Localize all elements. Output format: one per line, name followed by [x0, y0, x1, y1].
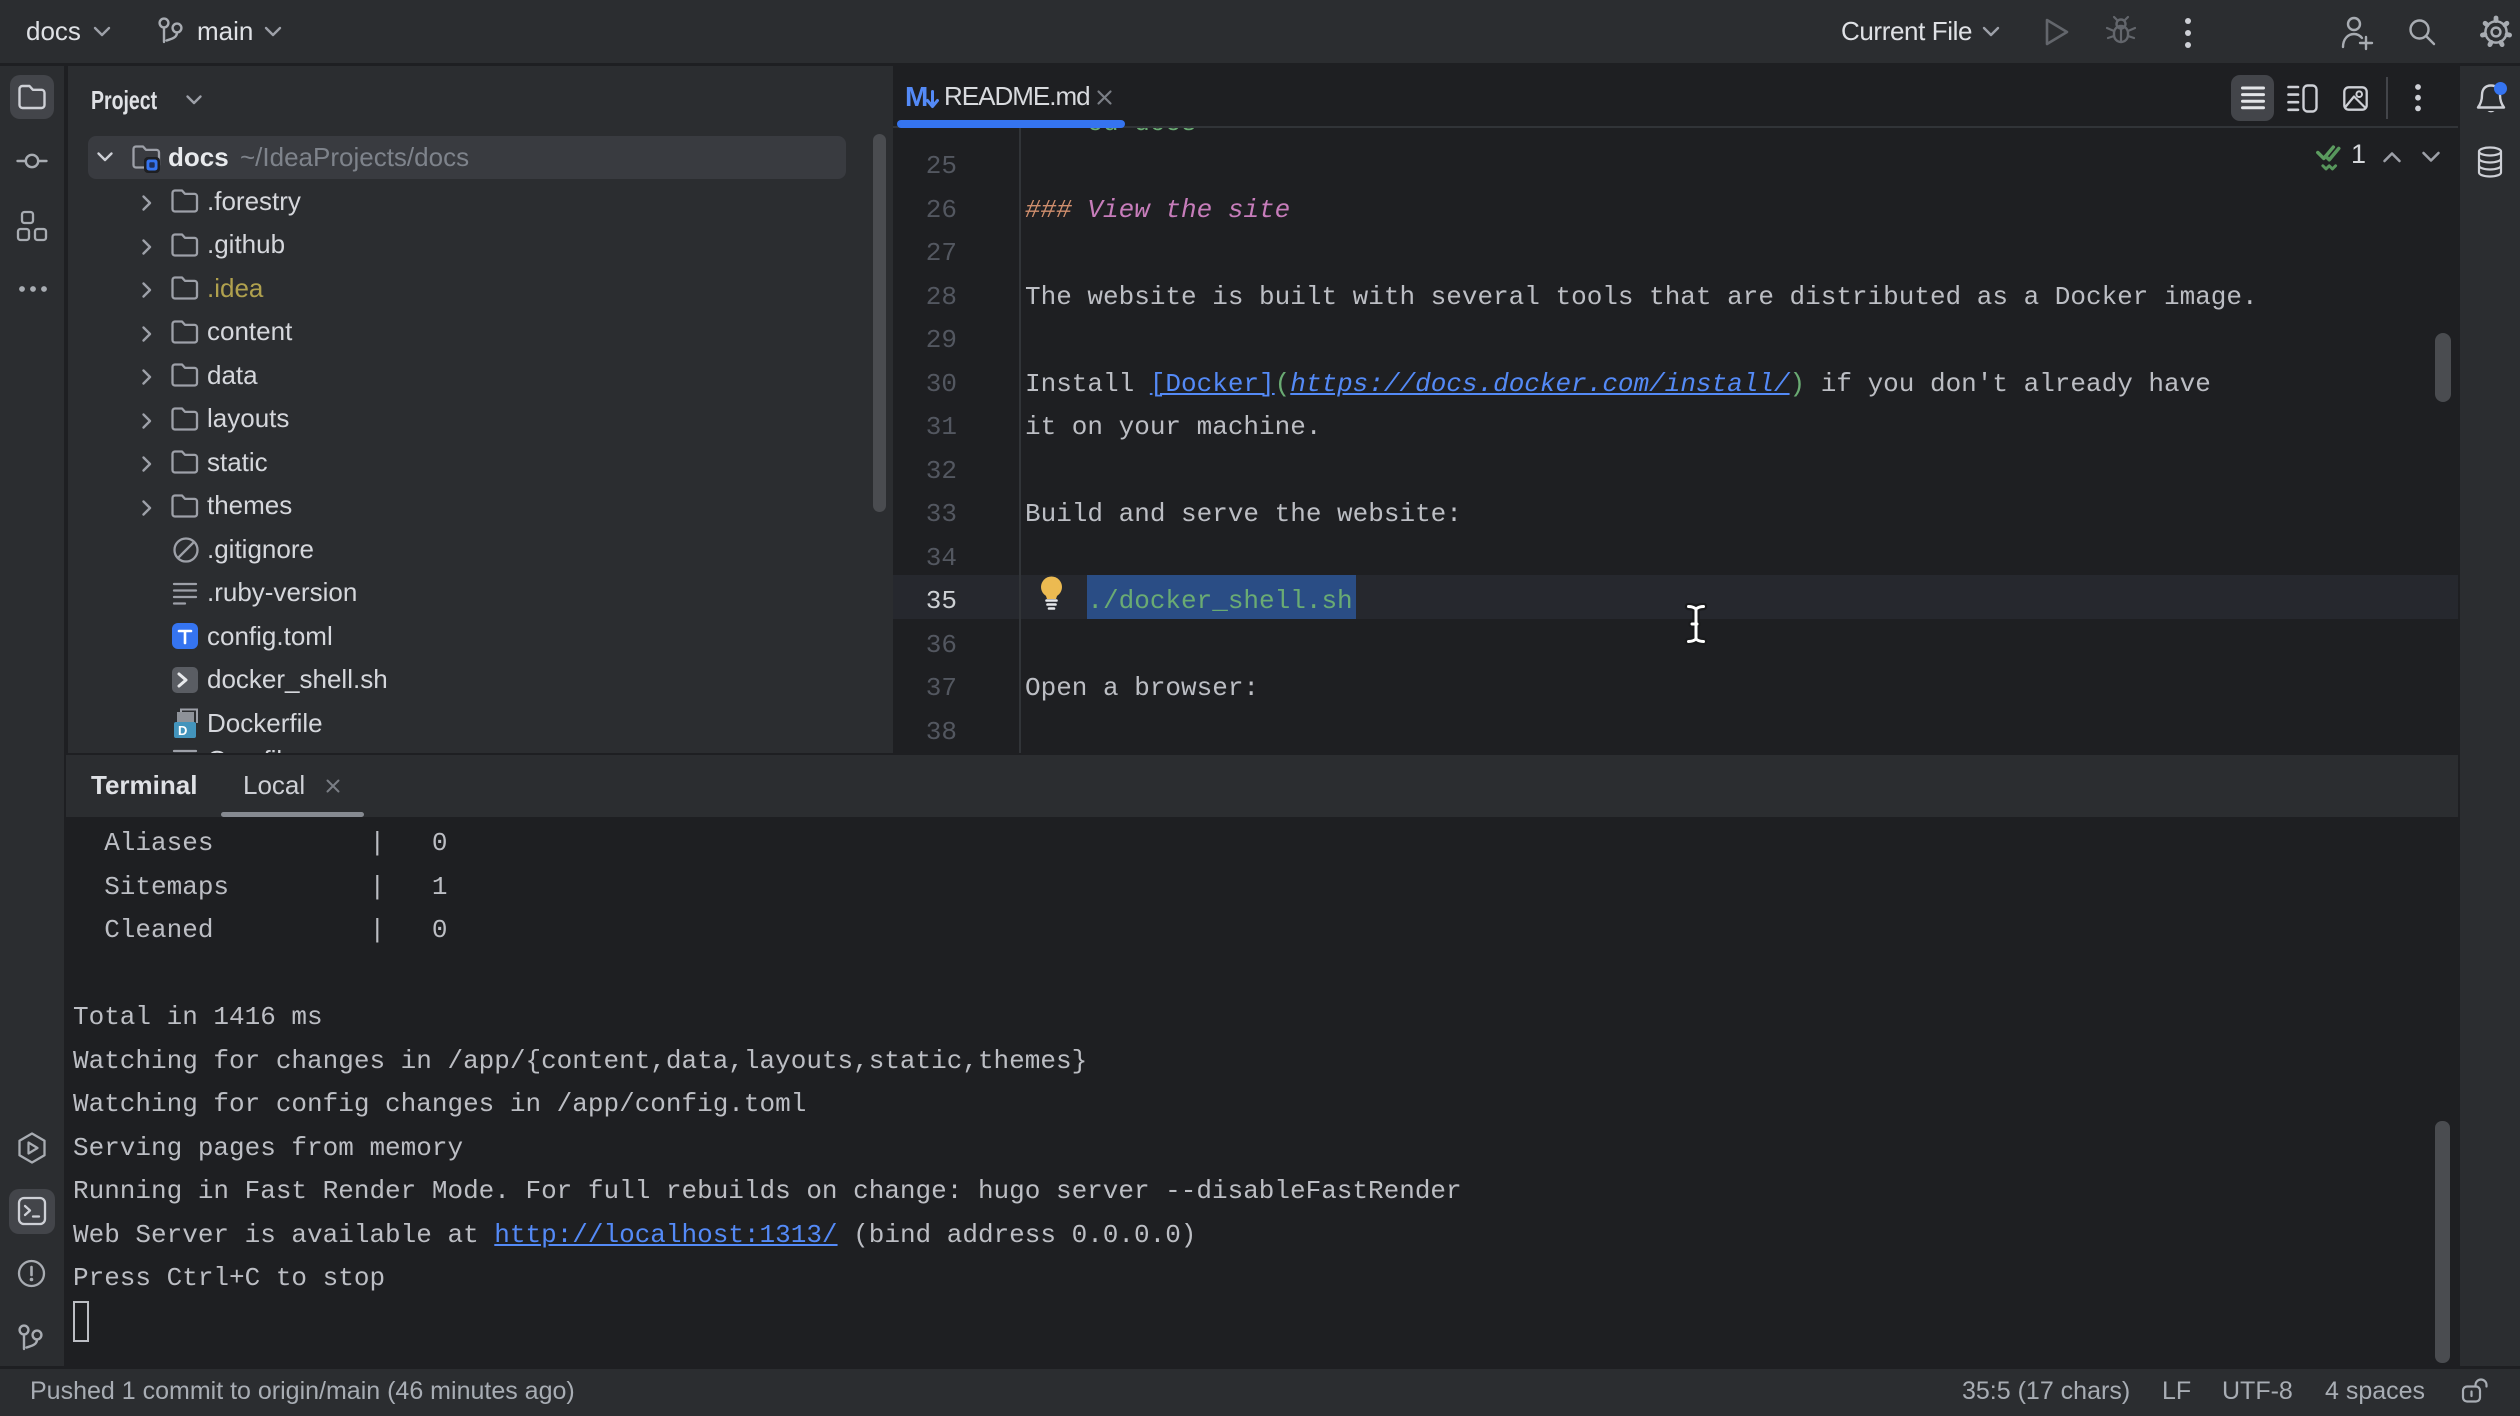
svg-text:D: D [178, 723, 187, 738]
